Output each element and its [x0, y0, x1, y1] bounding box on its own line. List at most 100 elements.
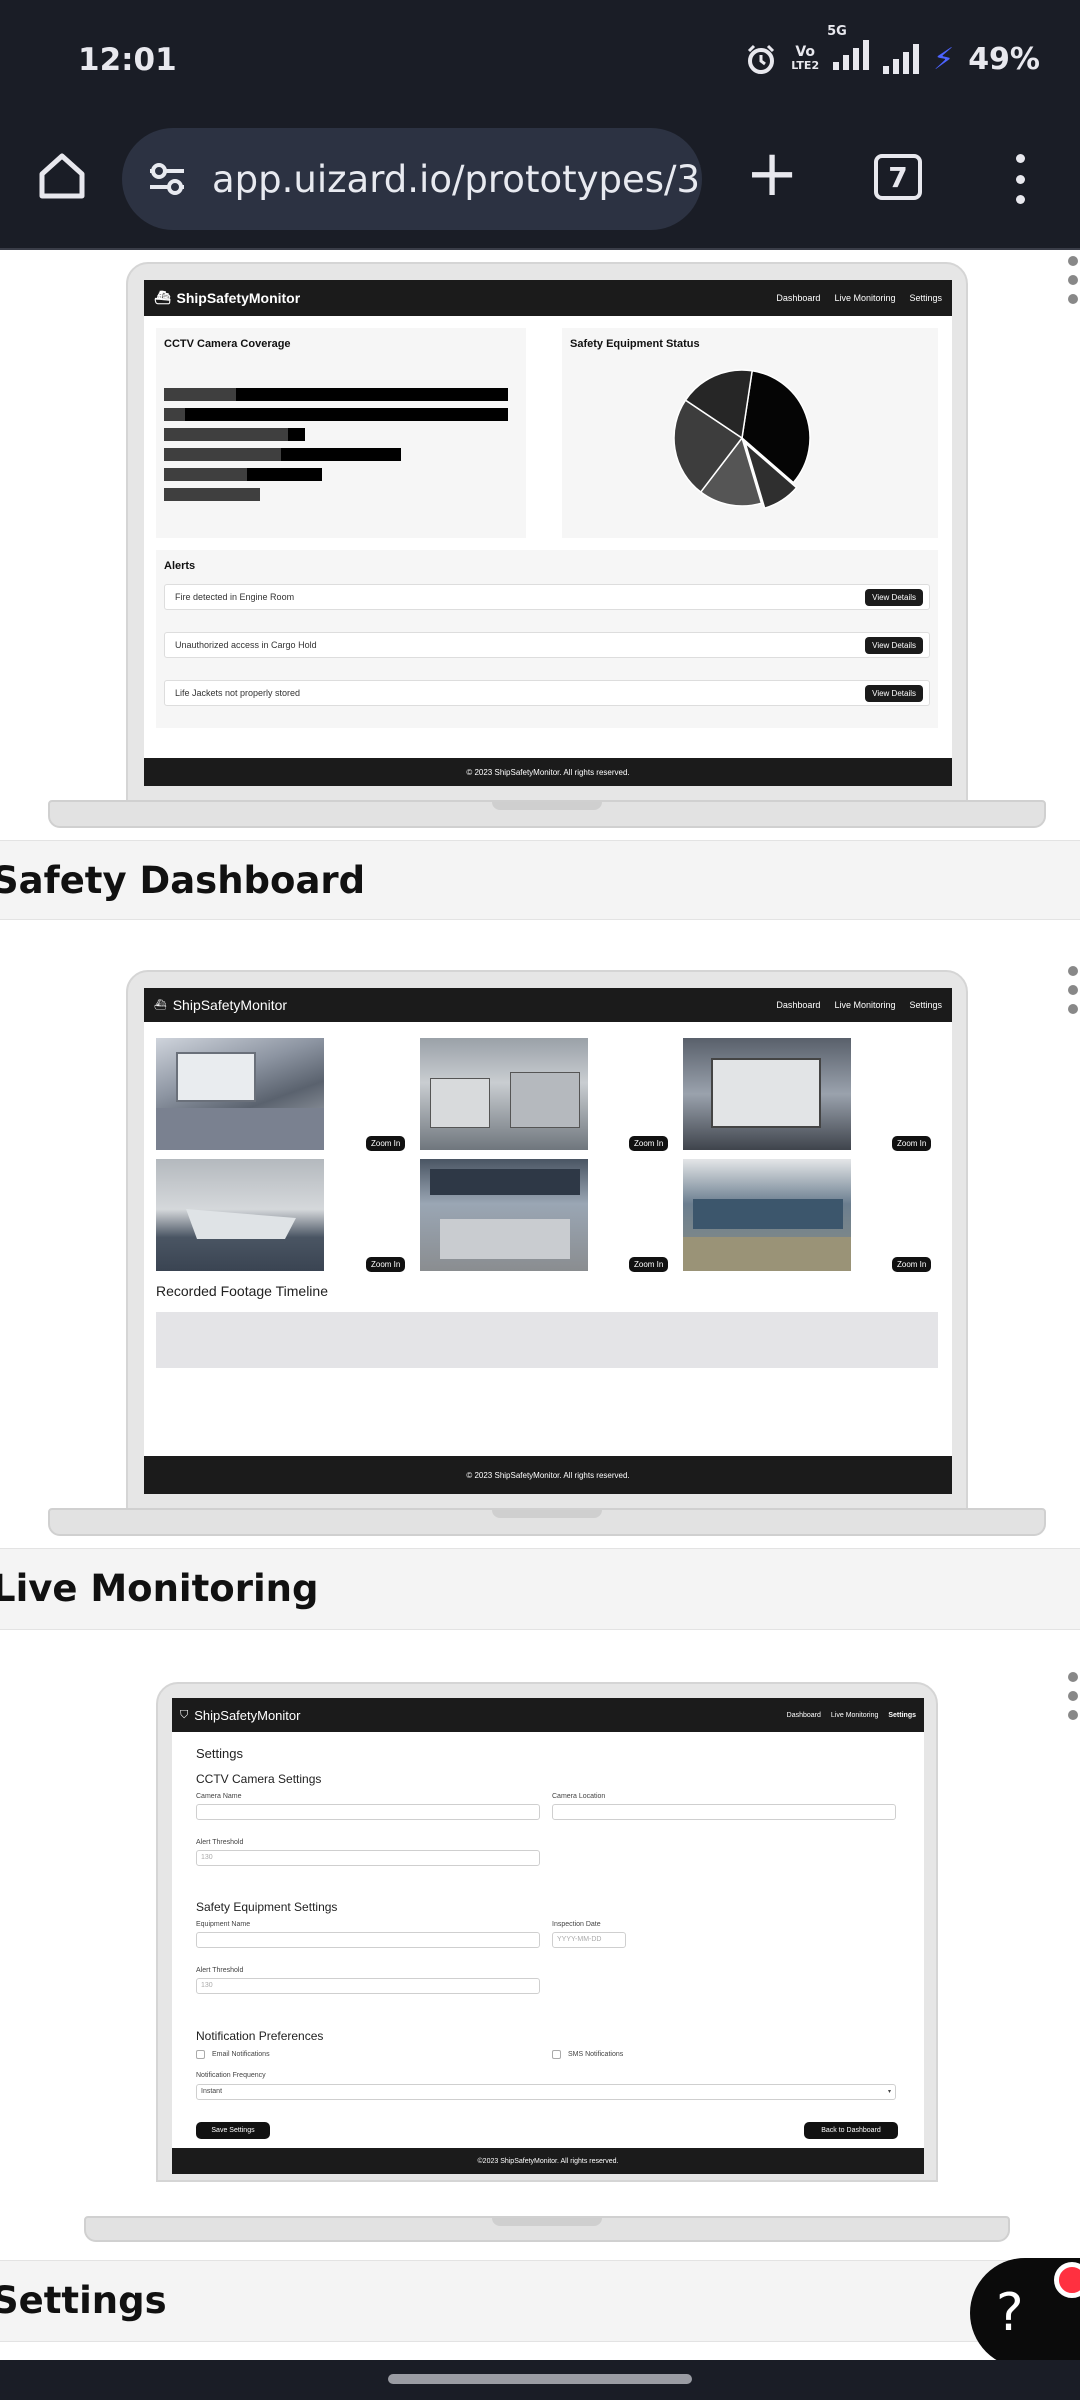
app-footer: © 2023 ShipSafetyMonitor. All rights res… [144, 1456, 952, 1494]
system-nav-bar [0, 2360, 1080, 2400]
cctv-bar [164, 448, 402, 461]
settings-screen[interactable]: ⛉ ShipSafetyMonitor Dashboard Live Monito… [172, 1698, 924, 2174]
signal-icon [883, 44, 920, 74]
equipment-pie-chart [673, 369, 811, 510]
nav-settings[interactable]: Settings [909, 293, 942, 303]
nav-settings[interactable]: Settings [888, 1712, 916, 1719]
live-monitoring-screen[interactable]: ⛴ ShipSafetyMonitor Dashboard Live Monito… [144, 988, 952, 1494]
clock: 12:01 [78, 42, 177, 78]
screen-options-button-live[interactable] [1068, 966, 1080, 1014]
view-details-button[interactable]: View Details [865, 636, 923, 654]
nav-dashboard[interactable]: Dashboard [776, 1000, 820, 1010]
alerts-title: Alerts [164, 560, 196, 572]
camera-feed-engine-room[interactable] [683, 1038, 851, 1150]
alert-text: Fire detected in Engine Room [175, 592, 295, 602]
zoom-in-button[interactable]: Zoom In [366, 1136, 406, 1151]
dashboard-screen[interactable]: ⛴ ShipSafetyMonitor Dashboard Live Monito… [144, 280, 952, 786]
cctv-bar-segment-black [287, 428, 306, 441]
inspection-date-input[interactable]: YYYY-MM-DD [552, 1932, 626, 1948]
browser-toolbar: app.uizard.io/prototypes/3Yr + 7 [0, 120, 1080, 250]
nav-live-monitoring[interactable]: Live Monitoring [834, 1000, 895, 1010]
cctv-bar [164, 488, 261, 501]
camera-name-input[interactable] [196, 1804, 540, 1820]
app-brand: ShipSafetyMonitor [172, 997, 288, 1013]
cctv-bar [164, 428, 306, 441]
view-details-button[interactable]: View Details [865, 684, 923, 702]
cctv-bar-segment-gray [164, 488, 261, 501]
equipment-status-title: Safety Equipment Status [570, 338, 700, 350]
cctv-bar [164, 388, 508, 401]
screen-options-button-settings[interactable] [1068, 1672, 1080, 1720]
cctv-coverage-title: CCTV Camera Coverage [164, 338, 291, 350]
laptop-base [48, 1508, 1046, 1536]
laptop-frame-settings: ⛉ ShipSafetyMonitor Dashboard Live Monito… [156, 1682, 938, 2182]
cctv-bar-segment-black [246, 468, 323, 481]
camera-feed-deck[interactable] [156, 1038, 324, 1150]
nav-live-monitoring[interactable]: Live Monitoring [831, 1712, 878, 1719]
zoom-in-button[interactable]: Zoom In [366, 1257, 406, 1272]
settings-title: Settings [196, 1746, 243, 1761]
equipment-alert-threshold-input[interactable]: 130 [196, 1978, 540, 1994]
zoom-in-button[interactable]: Zoom In [629, 1257, 669, 1272]
screen-options-button-dashboard[interactable] [1068, 256, 1080, 304]
nav-dashboard[interactable]: Dashboard [776, 293, 820, 303]
cctv-bar-segment-black [280, 448, 402, 461]
equipment-name-label: Equipment Name [196, 1921, 251, 1928]
alert-threshold-input[interactable]: 130 [196, 1850, 540, 1866]
url-text: app.uizard.io/prototypes/3Yr [212, 157, 702, 201]
camera-name-label: Camera Name [196, 1793, 242, 1800]
app-navbar: ⛴ ShipSafetyMonitor Dashboard Live Monito… [144, 988, 952, 1022]
camera-feed-vessel[interactable] [156, 1159, 324, 1271]
footage-timeline[interactable] [156, 1312, 938, 1368]
cctv-coverage-panel: CCTV Camera Coverage [156, 328, 526, 538]
nav-dashboard[interactable]: Dashboard [787, 1712, 821, 1719]
app-footer: © 2023 ShipSafetyMonitor. All rights res… [144, 758, 952, 786]
equipment-settings-heading: Safety Equipment Settings [196, 1900, 338, 1914]
nav-settings[interactable]: Settings [909, 1000, 942, 1010]
plus-icon: + [745, 137, 799, 211]
tab-switcher-button[interactable]: 7 [874, 154, 922, 200]
ship-icon: ⛴ [154, 999, 167, 1011]
alert-threshold-label: Alert Threshold [196, 1967, 244, 1974]
address-bar[interactable]: app.uizard.io/prototypes/3Yr [122, 128, 702, 230]
alarm-icon [748, 44, 775, 74]
email-notifications-checkbox[interactable] [196, 2050, 205, 2059]
question-icon: ? [996, 2283, 1024, 2343]
home-button[interactable] [34, 148, 90, 204]
prototype-canvas[interactable]: ⛴ ShipSafetyMonitor Dashboard Live Monito… [0, 250, 1080, 2360]
notification-frequency-select[interactable]: Instant ▾ [196, 2084, 896, 2100]
camera-location-input[interactable] [552, 1804, 896, 1820]
new-tab-button[interactable]: + [744, 142, 800, 206]
camera-location-label: Camera Location [552, 1793, 606, 1800]
notification-preferences-heading: Notification Preferences [196, 2029, 324, 2043]
view-details-button[interactable]: View Details [865, 588, 923, 606]
notification-badge [1054, 2262, 1080, 2298]
cctv-settings-heading: CCTV Camera Settings [196, 1772, 322, 1786]
cctv-bar [164, 468, 323, 481]
home-gesture-handle[interactable] [388, 2374, 692, 2384]
alert-item: Life Jackets not properly stored View De… [164, 680, 930, 706]
camera-feed-monitors[interactable] [420, 1159, 588, 1271]
save-settings-button[interactable]: Save Settings [196, 2122, 270, 2139]
alerts-panel: Alerts Fire detected in Engine Room View… [156, 550, 938, 728]
zoom-in-button[interactable]: Zoom In [629, 1136, 669, 1151]
notification-frequency-label: Notification Frequency [196, 2072, 266, 2079]
chevron-down-icon: ▾ [887, 2089, 891, 2095]
browser-menu-button[interactable] [1000, 154, 1040, 204]
site-settings-icon[interactable] [148, 162, 186, 196]
alert-item: Fire detected in Engine Room View Detail… [164, 584, 930, 610]
camera-feed-bridge[interactable] [683, 1159, 851, 1271]
laptop-frame-live: ⛴ ShipSafetyMonitor Dashboard Live Monito… [126, 970, 968, 1510]
cctv-bar-segment-black [184, 408, 508, 421]
zoom-in-button[interactable]: Zoom In [892, 1257, 932, 1272]
zoom-in-button[interactable]: Zoom In [892, 1136, 932, 1151]
back-to-dashboard-button[interactable]: Back to Dashboard [804, 2122, 898, 2139]
camera-feed-control-room[interactable] [420, 1038, 588, 1150]
sms-notifications-checkbox[interactable] [552, 2050, 561, 2059]
help-button[interactable]: ? [970, 2258, 1080, 2368]
alert-item: Unauthorized access in Cargo Hold View D… [164, 632, 930, 658]
ship-icon: ⛴ [154, 290, 171, 305]
equipment-name-input[interactable] [196, 1932, 540, 1948]
nav-live-monitoring[interactable]: Live Monitoring [834, 293, 895, 303]
alert-text: Life Jackets not properly stored [175, 688, 301, 698]
